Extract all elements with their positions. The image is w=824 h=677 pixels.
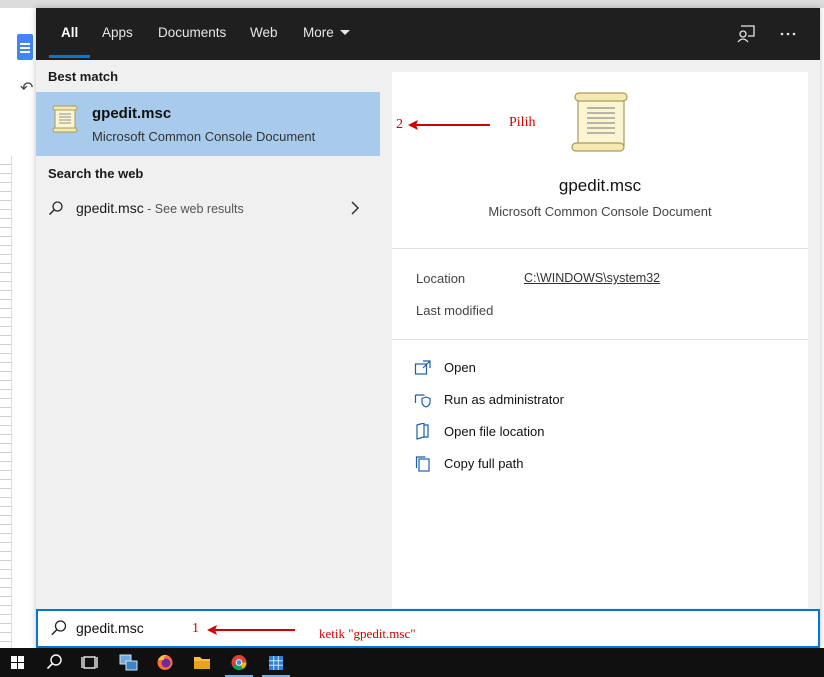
run-as-admin-label: Run as administrator: [444, 392, 564, 407]
results-list: Best match gpedit.msc Microsoft Common C…: [36, 60, 380, 608]
chevron-right-icon[interactable]: [348, 200, 362, 216]
scroll-document-icon: [52, 105, 78, 133]
copy-icon: [415, 456, 430, 472]
best-match-result[interactable]: gpedit.msc Microsoft Common Console Docu…: [36, 92, 380, 156]
tab-apps[interactable]: Apps: [102, 8, 133, 60]
tab-all[interactable]: All: [48, 8, 91, 60]
annotation-step-2-number: 2: [396, 117, 403, 132]
search-icon: [51, 620, 67, 636]
firefox-icon: [157, 654, 173, 670]
preview-type: Microsoft Common Console Document: [488, 204, 712, 219]
open-file-location-action[interactable]: Open file location: [414, 422, 674, 442]
tab-documents[interactable]: Documents: [158, 8, 226, 60]
start-button[interactable]: [0, 648, 36, 677]
search-tabs-bar: All Apps Documents Web More: [36, 8, 820, 60]
chevron-down-icon: [339, 29, 350, 35]
preview-pane: gpedit.msc Microsoft Common Console Docu…: [392, 72, 808, 608]
best-match-name: gpedit.msc: [92, 105, 172, 122]
background-app-bar: [0, 0, 824, 8]
file-explorer-icon: [194, 657, 210, 669]
run-as-admin-action[interactable]: Run as administrator: [414, 390, 674, 410]
copy-full-path-label: Copy full path: [444, 456, 524, 471]
vertical-ruler: [0, 156, 12, 656]
task-view-button[interactable]: [72, 648, 108, 677]
network-app-icon: [119, 654, 138, 671]
chrome-icon: [231, 655, 247, 671]
shield-admin-icon: [414, 394, 431, 408]
taskbar-app-firefox[interactable]: [147, 648, 183, 677]
web-result-suffix: - See web results: [143, 202, 244, 216]
taskbar-app-grid[interactable]: [258, 648, 294, 677]
open-file-location-label: Open file location: [444, 424, 545, 439]
annotation-arrow-icon: [207, 625, 295, 635]
web-search-result[interactable]: gpedit.msc - See web results: [36, 194, 380, 222]
taskbar-app-network[interactable]: [110, 648, 146, 677]
feedback-icon[interactable]: [735, 23, 757, 45]
background-document-app: ↶: [0, 8, 36, 656]
annotation-step-2-text: Pilih: [509, 115, 536, 130]
taskbar-app-file-explorer[interactable]: [184, 648, 220, 677]
open-icon: [414, 360, 431, 375]
tab-more[interactable]: More: [303, 8, 350, 60]
taskbar-app-chrome[interactable]: [221, 648, 257, 677]
background-edge: [820, 8, 824, 648]
windows-start-icon: [11, 656, 24, 669]
copy-full-path-action[interactable]: Copy full path: [414, 454, 674, 474]
app-grid-icon: [269, 656, 283, 670]
best-match-type: Microsoft Common Console Document: [92, 129, 316, 144]
annotation-arrow-icon: [408, 120, 490, 130]
docs-logo-icon: [17, 34, 33, 60]
taskbar: [0, 648, 824, 677]
search-panel: All Apps Documents Web More Best match g…: [36, 8, 820, 648]
search-icon: [49, 201, 63, 215]
web-result-text: gpedit.msc - See web results: [76, 200, 244, 216]
search-web-heading: Search the web: [48, 166, 144, 181]
undo-icon: ↶: [20, 80, 34, 97]
location-label: Location: [416, 271, 466, 286]
last-modified-label: Last modified: [416, 303, 494, 318]
search-icon: [46, 654, 62, 670]
open-label: Open: [444, 360, 476, 375]
web-result-query: gpedit.msc: [76, 200, 144, 216]
tab-web[interactable]: Web: [250, 8, 278, 60]
divider: [392, 339, 808, 340]
search-box[interactable]: gpedit.msc: [36, 609, 820, 648]
taskbar-search-button[interactable]: [36, 648, 72, 677]
annotation-step-1-number: 1: [192, 621, 199, 636]
annotation-step-1-text: ketik "gpedit.msc": [319, 626, 416, 641]
location-link[interactable]: C:\WINDOWS\system32: [524, 271, 660, 285]
divider: [392, 248, 808, 249]
scroll-document-icon: [571, 92, 628, 152]
task-view-icon: [81, 656, 98, 669]
best-match-heading: Best match: [48, 69, 119, 84]
search-input[interactable]: gpedit.msc: [76, 620, 144, 636]
open-action[interactable]: Open: [414, 358, 674, 378]
preview-title: gpedit.msc: [558, 176, 642, 195]
more-options-icon[interactable]: [777, 23, 799, 45]
folder-location-icon: [416, 423, 429, 440]
